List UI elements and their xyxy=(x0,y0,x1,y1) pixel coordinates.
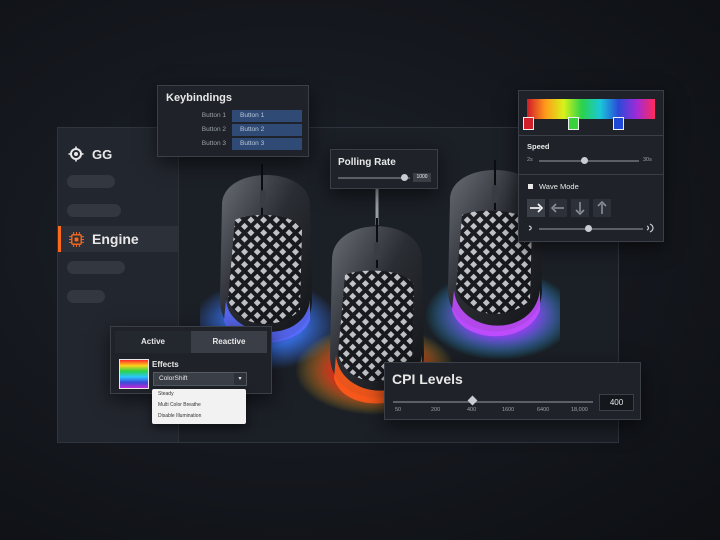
mouse-left xyxy=(220,164,312,343)
keybinding-source: Button 3 xyxy=(201,140,226,147)
cpi-tick-label: 1600 xyxy=(502,407,515,413)
sidebar-item-placeholder[interactable] xyxy=(67,175,115,188)
gg-gear-icon xyxy=(68,146,84,162)
effects-select[interactable]: ColorShift ▾ xyxy=(153,372,247,386)
cpi-tick-label: 50 xyxy=(395,407,402,413)
polling-rate-slider-knob[interactable] xyxy=(401,174,409,181)
color-gradient-bar[interactable] xyxy=(527,99,655,119)
sidebar-item-placeholder[interactable] xyxy=(67,204,121,217)
wave-direction-right-button[interactable] xyxy=(527,199,545,217)
keybinding-row[interactable]: Button 2 Button 2 xyxy=(166,124,302,136)
color-settings-panel: Speed 2s 30s Wave Mode xyxy=(518,90,664,242)
wave-direction-up-button[interactable] xyxy=(593,199,611,217)
keybindings-panel: Keybindings Button 1 Button 1 Button 2 B… xyxy=(157,85,309,157)
brand-logo[interactable]: GG xyxy=(68,146,112,162)
keybinding-row[interactable]: Button 1 Button 1 xyxy=(166,110,302,122)
keybinding-target[interactable]: Button 3 xyxy=(232,138,302,150)
effects-select-value: ColorShift xyxy=(159,375,188,382)
effects-dropdown-menu: Steady Multi Color Breathe Disable Illum… xyxy=(152,389,246,424)
effects-label: Effects xyxy=(152,360,179,369)
cpi-tick-label: 6400 xyxy=(537,407,550,413)
polling-rate-value[interactable]: 1000 xyxy=(413,173,431,182)
keybinding-row[interactable]: Button 3 Button 3 xyxy=(166,138,302,150)
polling-rate-title: Polling Rate xyxy=(338,157,396,168)
color-stop-red[interactable] xyxy=(523,117,534,130)
arrow-up-icon xyxy=(597,200,607,214)
divider xyxy=(519,174,663,175)
cpi-slider-track[interactable] xyxy=(393,401,593,403)
cpi-tick-label: 200 xyxy=(431,407,441,413)
wave-mode-label: Wave Mode xyxy=(539,182,579,191)
keybinding-target[interactable]: Button 1 xyxy=(232,110,302,122)
divider xyxy=(519,135,663,136)
arrow-left-icon xyxy=(550,203,564,213)
sidebar-item-engine[interactable]: Engine xyxy=(58,226,178,252)
speed-slider-track[interactable] xyxy=(539,160,639,162)
dropdown-option-disable-illumination[interactable]: Disable Illumination xyxy=(152,411,246,422)
brand-name: GG xyxy=(92,146,113,162)
dropdown-option-multi-color-breathe[interactable]: Multi Color Breathe xyxy=(152,400,246,411)
effect-preview-swatch xyxy=(119,359,149,389)
speed-label: Speed xyxy=(527,142,550,151)
keybinding-target[interactable]: Button 2 xyxy=(232,124,302,136)
cpi-levels-panel: CPI Levels 50 200 400 1600 6400 18,000 4… xyxy=(384,362,641,420)
speed-slider-knob[interactable] xyxy=(580,157,588,164)
arrow-right-icon xyxy=(530,203,544,213)
polling-rate-panel: Polling Rate 1000 xyxy=(330,149,438,189)
chip-icon xyxy=(69,231,84,247)
volume-low-icon xyxy=(528,225,532,231)
color-stop-green[interactable] xyxy=(568,117,579,130)
cpi-slider-handle[interactable] xyxy=(467,395,478,406)
dropdown-option-steady[interactable]: Steady xyxy=(152,389,246,400)
keybinding-source: Button 1 xyxy=(201,112,226,119)
cpi-tick-label: 400 xyxy=(467,407,477,413)
wave-direction-down-button[interactable] xyxy=(571,199,589,217)
effects-panel: Active Reactive Effects ColorShift ▾ xyxy=(110,326,272,394)
sidebar-item-placeholder[interactable] xyxy=(67,290,105,303)
arrow-down-icon xyxy=(575,202,585,216)
wave-mode-checkbox[interactable] xyxy=(528,184,533,189)
wave-direction-left-button[interactable] xyxy=(549,199,567,217)
keybindings-title: Keybindings xyxy=(166,92,233,104)
chevron-down-icon: ▾ xyxy=(234,373,246,385)
speed-max-label: 30s xyxy=(643,157,652,163)
wave-slider-knob[interactable] xyxy=(585,225,592,232)
tab-reactive[interactable]: Reactive xyxy=(191,331,267,353)
color-stop-blue[interactable] xyxy=(613,117,624,130)
speed-min-label: 2s xyxy=(527,157,533,163)
polling-rate-slider-track[interactable] xyxy=(338,177,410,179)
volume-high-icon xyxy=(646,223,654,233)
keybinding-source: Button 2 xyxy=(201,126,226,133)
cpi-value-input[interactable]: 400 xyxy=(599,394,634,411)
sidebar-item-placeholder[interactable] xyxy=(67,261,125,274)
cpi-levels-title: CPI Levels xyxy=(392,371,463,387)
tab-active[interactable]: Active xyxy=(115,331,191,353)
sidebar-item-label: Engine xyxy=(92,231,139,247)
cpi-tick-label: 18,000 xyxy=(571,407,588,413)
